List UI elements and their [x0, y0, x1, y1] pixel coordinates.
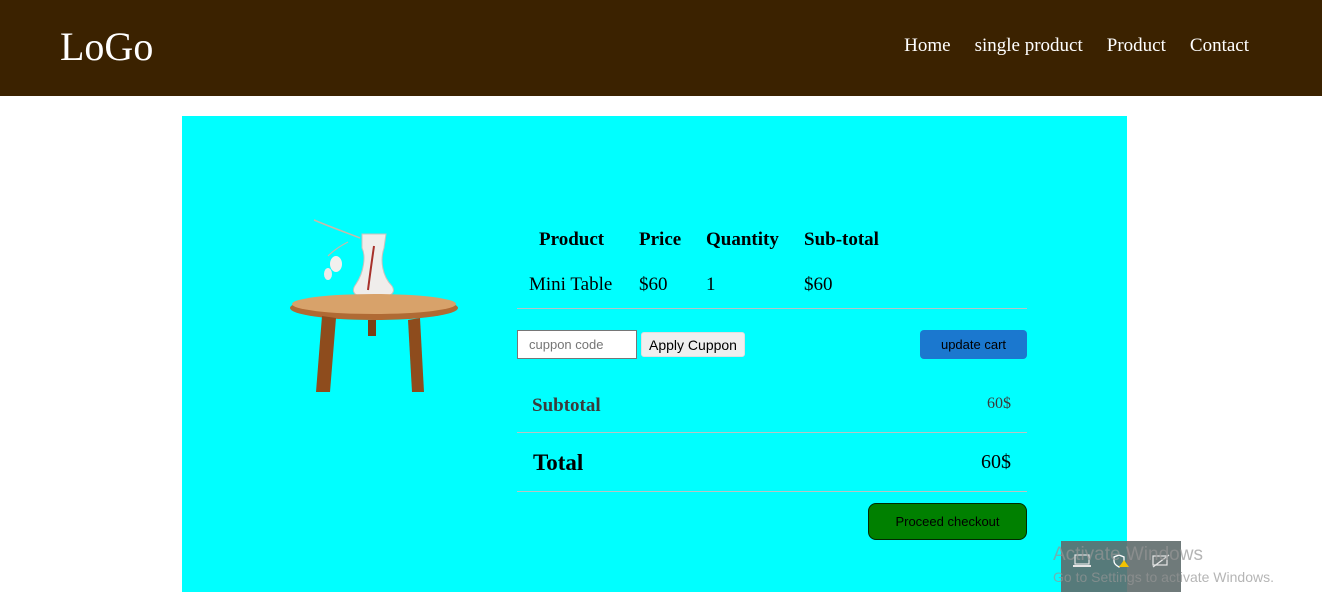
divider — [517, 491, 1027, 492]
main-nav: Home single product Product Contact — [904, 35, 1249, 57]
column-header-subtotal: Sub-total — [804, 229, 879, 250]
total-value: 60$ — [981, 451, 1011, 473]
divider — [517, 308, 1027, 309]
subtotal-label: Subtotal — [532, 395, 601, 416]
nav-link-home[interactable]: Home — [904, 35, 950, 57]
activation-watermark-title: Activate Windows — [1053, 544, 1203, 565]
cell-product-name: Mini Table — [529, 274, 613, 295]
nav-link-single-product[interactable]: single product — [975, 35, 1083, 57]
nav-link-contact[interactable]: Contact — [1190, 35, 1249, 57]
total-label: Total — [533, 450, 584, 475]
update-cart-button[interactable]: update cart — [920, 330, 1027, 359]
nav-link-product[interactable]: Product — [1107, 35, 1166, 57]
column-header-product: Product — [539, 229, 605, 250]
cell-price: $60 — [639, 274, 668, 295]
column-header-quantity: Quantity — [706, 229, 779, 250]
apply-coupon-button[interactable]: Apply Cuppon — [641, 332, 745, 357]
site-logo[interactable]: LoGo — [60, 24, 153, 70]
cell-quantity: 1 — [706, 274, 716, 295]
cell-subtotal: $60 — [804, 274, 833, 295]
column-header-price: Price — [639, 229, 682, 250]
coupon-input[interactable] — [517, 330, 637, 359]
proceed-checkout-button[interactable]: Proceed checkout — [868, 503, 1027, 540]
subtotal-value: 60$ — [987, 395, 1011, 412]
activation-watermark-subtitle: Go to Settings to activate Windows. — [1053, 569, 1274, 585]
navbar: LoGo Home single product Product Contact — [0, 0, 1322, 96]
product-image — [290, 219, 458, 392]
divider — [517, 432, 1027, 433]
